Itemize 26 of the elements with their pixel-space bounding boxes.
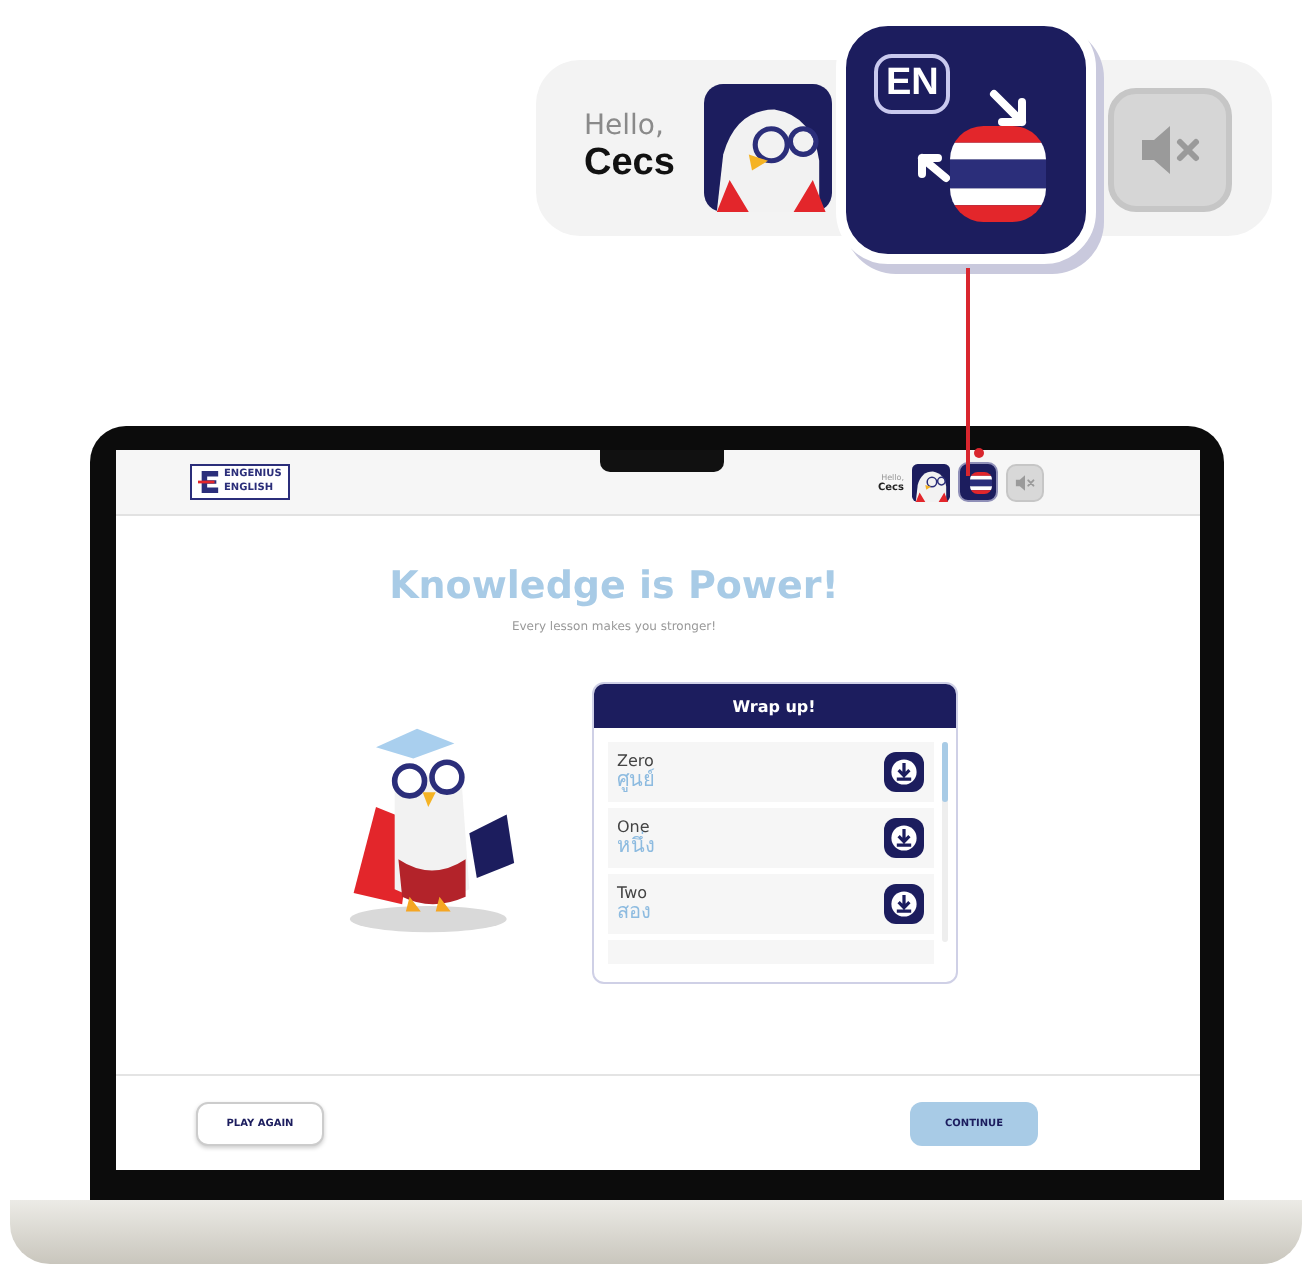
camera-notch [600,450,724,472]
thai-word: หนึ่ง [617,836,655,858]
thai-word: ศูนย์ [617,770,655,792]
owl-avatar-icon [704,84,832,212]
user-name: Cecs [584,142,677,186]
card-title: Wrap up! [732,697,816,715]
language-code-label: EN [874,54,951,114]
download-button[interactable] [883,818,923,858]
download-button[interactable] [883,884,923,924]
download-button[interactable] [883,752,923,792]
thai-flag-icon [950,126,1046,222]
scrollbar[interactable] [941,742,947,942]
thai-word: สอง [617,902,651,924]
greeting-text: Hello, [584,110,666,142]
download-icon [885,754,921,790]
page-title: Knowledge is Power! [389,564,839,608]
leader-dot [974,448,984,458]
english-word: One [617,818,650,836]
language-button[interactable] [958,462,998,502]
download-icon [885,886,921,922]
sound-button[interactable] [1108,88,1232,212]
download-icon [885,820,921,856]
english-word: Zero [617,752,655,770]
english-word: Two [617,884,649,902]
thai-flag-icon [970,472,992,494]
owl-avatar-icon [912,463,950,501]
